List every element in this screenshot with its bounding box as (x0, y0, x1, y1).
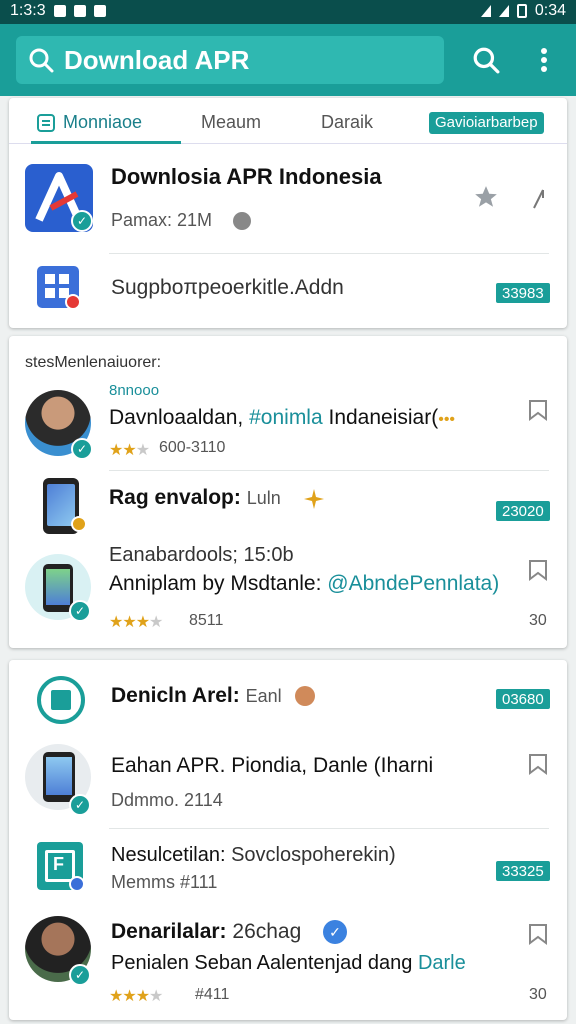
item-subtitle: Memms #111 (111, 872, 218, 892)
item-title: Denarilalar: 26chag (111, 920, 302, 943)
app-meta: Pamax: 21M (111, 210, 213, 230)
verified-icon: ✓ (69, 600, 91, 622)
sparkle-icon (304, 489, 324, 509)
item-title: Denicln Arel: Eanl (111, 684, 282, 707)
item-title: Eahan APR. Piondia, Danle (Iharni (111, 754, 434, 777)
item-title: Davnloaaldan, #onimla Indaneisiar(••• (109, 406, 456, 429)
verified-badge-icon: ✓ (323, 920, 347, 944)
star-icon[interactable] (473, 184, 499, 210)
tab-bar: Monniaoe Meaum Daraik Gavioiarbarbep (9, 98, 567, 144)
item-count: 30 (529, 612, 547, 629)
verified-icon: ✓ (69, 794, 91, 816)
bookmark-icon[interactable] (527, 922, 549, 946)
bookmark-icon[interactable] (527, 398, 549, 422)
verified-icon: ✓ (71, 210, 93, 232)
divider (109, 470, 549, 471)
count-badge: 33983 (495, 282, 551, 304)
badge-dot-icon (71, 516, 87, 532)
search-query: Download APR (64, 44, 250, 75)
rating-stars: ★★★ (109, 442, 150, 459)
more-vert-icon[interactable] (538, 46, 550, 74)
signal-icon (498, 5, 509, 17)
active-tab-indicator (31, 141, 181, 144)
tab-daraik[interactable]: Daraik (321, 112, 373, 133)
rating-text: 600-3110 (159, 439, 226, 456)
divider (109, 253, 549, 254)
notification-icon (53, 5, 66, 17)
search-icon (29, 48, 54, 73)
emoji-icon (295, 686, 315, 706)
verified-icon: ✓ (71, 438, 93, 460)
notification-icon (93, 5, 106, 17)
app-bar: Download APR (0, 24, 576, 96)
app-icon: ✓ (25, 164, 93, 232)
wifi-icon (480, 5, 491, 17)
item-subtitle: Ddmmo. 2114 (111, 790, 223, 810)
divider (109, 828, 549, 829)
share-icon[interactable] (531, 186, 547, 210)
status-clock: 0:34 (534, 2, 566, 19)
notification-icon (73, 5, 86, 17)
status-time: 1:3:3 (10, 2, 46, 19)
app-title: Downlosia APR Indonesia (111, 164, 382, 189)
tab-gavioiarbarbep[interactable]: Gavioiarbarbep (429, 112, 544, 134)
item-subtitle: Eanabardools; 15:0b (109, 544, 294, 566)
verified-icon: ✓ (69, 964, 91, 986)
item-count: 30 (529, 986, 547, 1003)
badge-dot-icon (69, 876, 85, 892)
item-description: Penialen Seban Aalentenjad dang Darle (111, 952, 466, 974)
grid-app-icon (37, 266, 81, 310)
item-title: Nesulcetilan: Sovclospoherekin) (111, 844, 396, 866)
status-bar: 1:3:3 0:34 (0, 0, 576, 24)
rating-text: 8511 (189, 612, 224, 629)
count-badge: 33325 (495, 860, 551, 882)
item-title: Rag envalop: Luln (109, 486, 281, 509)
search-input[interactable]: Download APR (16, 36, 444, 84)
search-icon[interactable] (472, 46, 500, 74)
bookmark-icon[interactable] (527, 752, 549, 776)
rating-stars: ★★★★ (109, 614, 163, 631)
info-icon (233, 212, 251, 230)
section-label: stesMenlenaiuorer: (25, 354, 162, 371)
count-badge: 03680 (495, 688, 551, 710)
rating-text: #411 (195, 986, 230, 1003)
rating-stars: ★★★★ (109, 988, 163, 1005)
alert-dot-icon (65, 294, 81, 310)
secondary-item-label: Sugpboπpeoerkitle.Addn (111, 276, 344, 299)
bottom-card: Denicln Arel: Eanl 03680 ✓ Eahan APR. Pi… (9, 660, 567, 1020)
tab-monniaoe[interactable]: Monniaoe (63, 112, 142, 133)
app-icon (37, 676, 85, 724)
section-card: stesMenlenaiuorer: ✓ 8nnooo Davnloaaldan… (9, 336, 567, 648)
list-icon (37, 114, 55, 132)
item-title: Anniplam by Msdtanle: @AbndePennlata) (109, 572, 500, 595)
item-tag: 8nnooo (109, 382, 160, 399)
top-card: Monniaoe Meaum Daraik Gavioiarbarbep ✓ D… (9, 98, 567, 328)
battery-icon (516, 4, 527, 18)
count-badge: 23020 (495, 500, 551, 522)
bookmark-icon[interactable] (527, 558, 549, 582)
tab-meaum[interactable]: Meaum (201, 112, 261, 133)
